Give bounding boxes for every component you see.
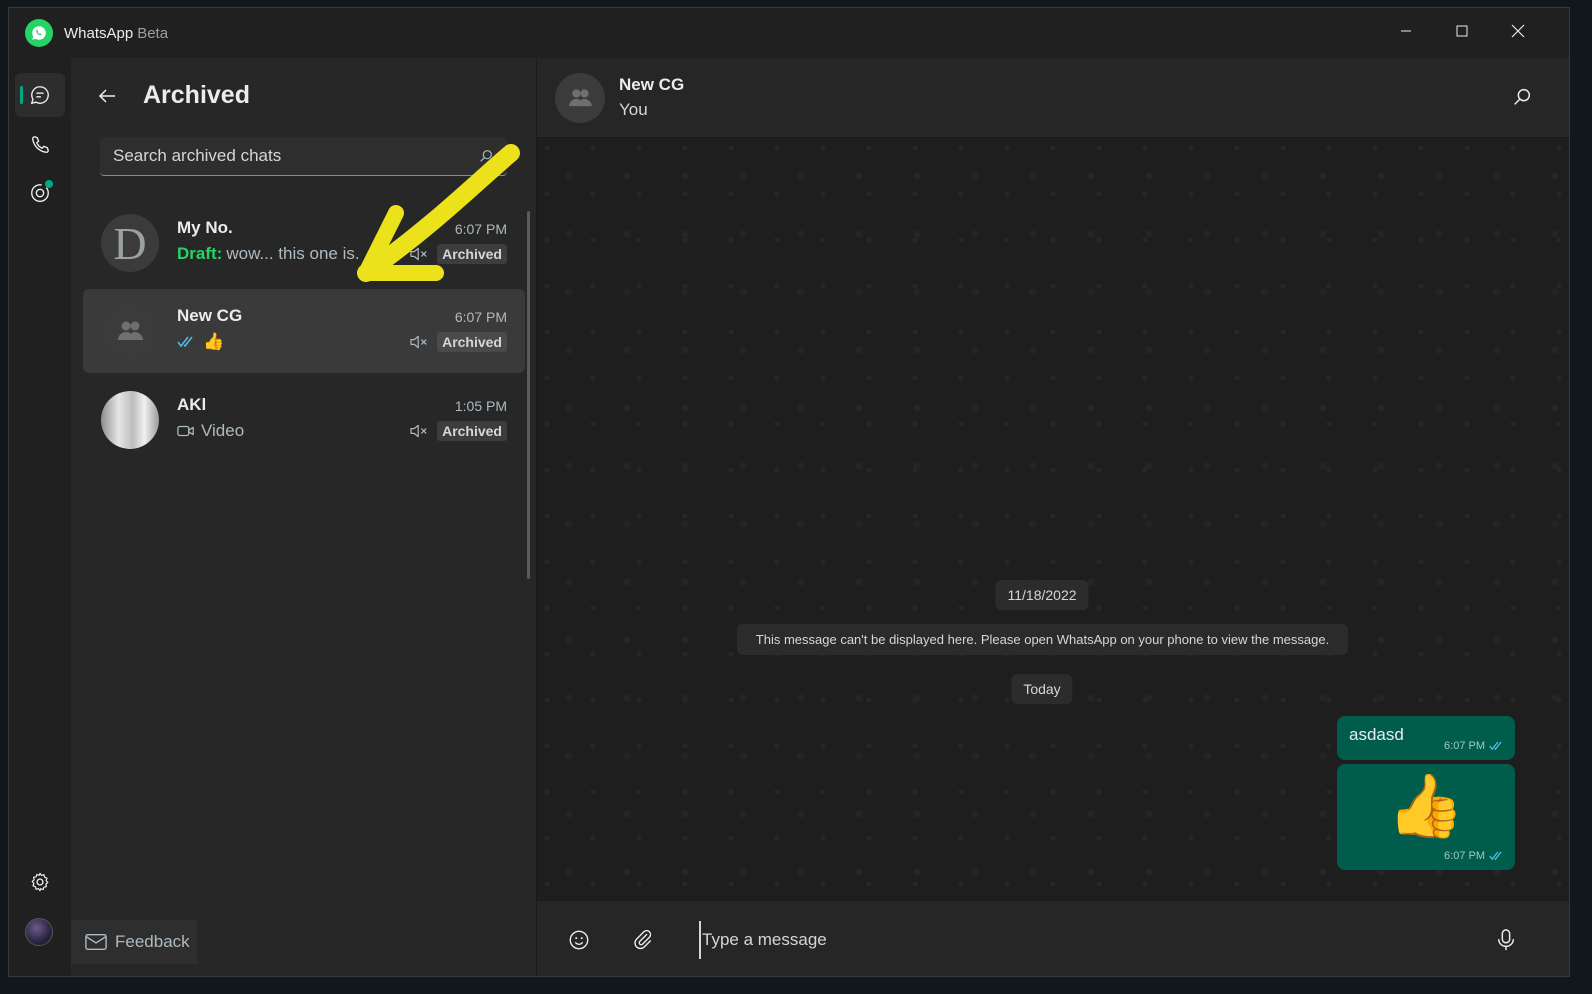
- app-title: WhatsApp Beta: [64, 25, 168, 42]
- avatar-letter: D: [113, 217, 147, 269]
- chat-name: New CG: [177, 306, 243, 325]
- close-button[interactable]: [1495, 12, 1541, 50]
- preview-text: wow... this one is.: [226, 244, 360, 263]
- archived-sidebar: Archived D My No. 6:07 PM Draft:wow... t…: [71, 58, 537, 976]
- outgoing-emoji-message[interactable]: 👍 6:07 PM: [1337, 764, 1515, 870]
- phone-icon: [31, 136, 49, 154]
- feedback-label: Feedback: [115, 932, 190, 951]
- app-beta-label: Beta: [137, 25, 169, 42]
- draft-label: Draft:: [177, 244, 223, 263]
- mail-icon: [85, 933, 107, 951]
- muted-icon: [410, 247, 427, 261]
- whatsapp-logo-icon: [25, 19, 53, 47]
- conversation-header[interactable]: New CG You: [537, 58, 1569, 138]
- chat-preview: 👍: [177, 332, 224, 352]
- close-icon: [1511, 24, 1525, 38]
- preview-text: Video: [201, 421, 245, 440]
- sidebar-scrollbar[interactable]: [527, 211, 530, 579]
- app-name: WhatsApp: [64, 25, 134, 42]
- chat-time: 6:07 PM: [454, 309, 507, 325]
- archived-badge: Archived: [437, 332, 507, 352]
- rail-calls-button[interactable]: [15, 123, 65, 167]
- message-area: 11/18/2022 This message can't be display…: [537, 138, 1569, 900]
- rail-chats-button[interactable]: [15, 73, 65, 117]
- message-composer: [537, 900, 1569, 976]
- active-indicator: [20, 86, 23, 104]
- message-time: 6:07 PM: [1444, 850, 1485, 862]
- chat-meta: Archived: [409, 421, 507, 441]
- video-icon: [177, 425, 194, 437]
- arrow-left-icon: [98, 89, 115, 103]
- gear-icon: [31, 872, 49, 892]
- minimize-button[interactable]: [1383, 12, 1429, 50]
- rail-settings-button[interactable]: [15, 860, 65, 904]
- app-window: WhatsApp Beta Archived Search archived c…: [8, 7, 1570, 977]
- date-divider: Today: [1011, 674, 1073, 704]
- chat-time: 6:07 PM: [454, 221, 507, 237]
- rail-status-button[interactable]: [15, 171, 65, 215]
- outgoing-message[interactable]: asdasd 6:07 PM: [1337, 716, 1515, 760]
- group-avatar: [101, 302, 159, 360]
- smiley-icon: [569, 930, 589, 950]
- conversation-panel: New CG You 11/18/2022 This message can't…: [537, 58, 1569, 976]
- message-meta: 6:07 PM: [1444, 850, 1505, 862]
- conversation-subtitle: You: [619, 100, 648, 119]
- group-icon: [118, 321, 143, 340]
- chat-name: AKl: [177, 395, 207, 414]
- attach-button[interactable]: [630, 927, 656, 953]
- message-input[interactable]: [699, 921, 1479, 959]
- voice-message-button[interactable]: [1493, 927, 1519, 953]
- chat-preview: Draft: wow... this one is.: [177, 244, 360, 264]
- system-message: This message can't be displayed here. Pl…: [737, 624, 1348, 655]
- read-ticks-icon: [1489, 741, 1502, 751]
- nav-rail: [9, 58, 71, 976]
- profile-avatar[interactable]: [25, 918, 53, 946]
- search-icon[interactable]: [1511, 86, 1533, 108]
- photo-avatar: [101, 391, 159, 449]
- search-icon[interactable]: [478, 148, 494, 164]
- back-button[interactable]: [95, 84, 119, 108]
- preview-text: 👍: [203, 332, 225, 351]
- chat-preview: Video: [177, 421, 244, 441]
- page-title: Archived: [143, 81, 250, 109]
- chat-meta: Archived: [409, 332, 507, 352]
- archived-badge: Archived: [437, 244, 507, 264]
- chat-time: 1:05 PM: [454, 398, 507, 414]
- group-avatar: [555, 73, 605, 123]
- search-input[interactable]: [100, 137, 470, 175]
- search-container: [100, 137, 507, 176]
- maximize-button[interactable]: [1439, 12, 1485, 50]
- archived-badge: Archived: [437, 421, 507, 441]
- thumbs-up-emoji: 👍: [1387, 772, 1465, 841]
- group-icon: [569, 89, 592, 107]
- message-text: asdasd: [1349, 725, 1404, 744]
- feedback-button[interactable]: Feedback: [71, 920, 197, 964]
- muted-icon: [410, 424, 427, 438]
- read-ticks-icon: [177, 336, 193, 348]
- chat-meta: Archived: [409, 244, 507, 264]
- chat-name: My No.: [177, 218, 233, 237]
- microphone-icon: [1497, 929, 1515, 951]
- read-ticks-icon: [1489, 851, 1502, 861]
- minimize-icon: [1401, 30, 1411, 32]
- date-divider: 11/18/2022: [995, 580, 1089, 610]
- message-meta: 6:07 PM: [1444, 740, 1505, 752]
- chat-list-item[interactable]: D My No. 6:07 PM Draft: wow... this one i…: [83, 201, 525, 285]
- conversation-title: New CG: [619, 75, 685, 94]
- chat-list-item-selected[interactable]: New CG 6:07 PM 👍 Archived: [83, 289, 525, 373]
- chat-list-item[interactable]: AKl 1:05 PM Video Archived: [83, 378, 525, 462]
- paperclip-icon: [634, 929, 652, 950]
- status-notification-dot: [45, 180, 53, 188]
- title-bar: WhatsApp Beta: [9, 8, 1569, 58]
- emoji-button[interactable]: [566, 927, 592, 953]
- maximize-icon: [1456, 25, 1468, 37]
- chat-icon: [30, 86, 49, 105]
- muted-icon: [410, 335, 427, 349]
- message-time: 6:07 PM: [1444, 740, 1485, 752]
- chat-avatar: D: [101, 214, 159, 272]
